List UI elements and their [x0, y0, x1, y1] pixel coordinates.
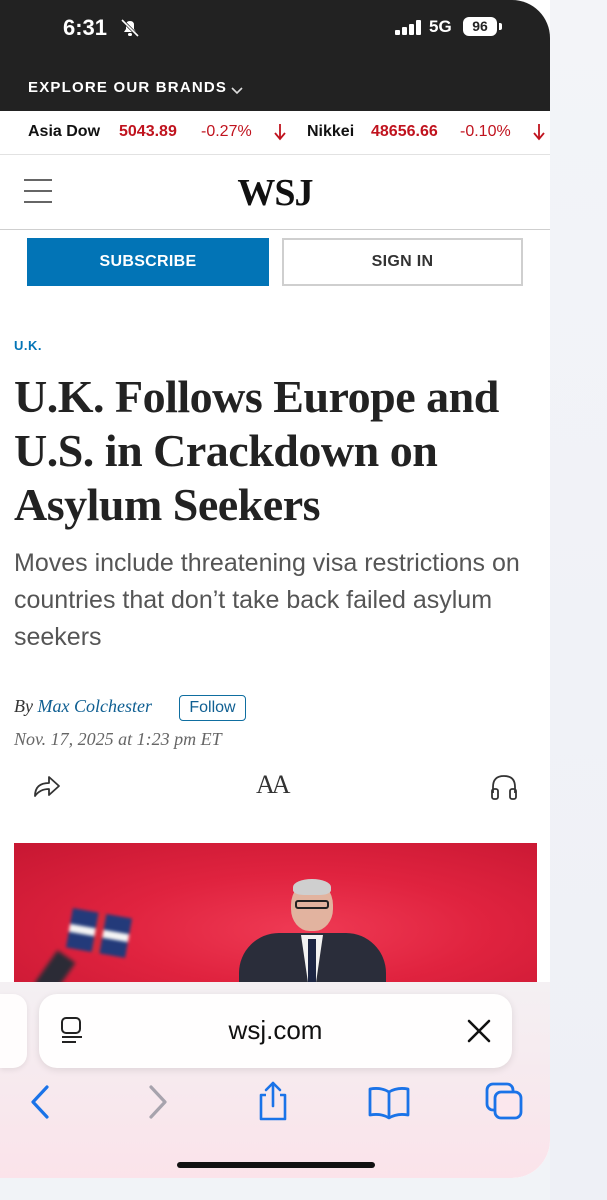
ticker-value: 5043.89 [119, 123, 177, 140]
signal-icon [395, 20, 423, 40]
subscribe-button[interactable]: SUBSCRIBE [27, 238, 269, 286]
ticker-change: -0.10% [460, 123, 511, 140]
down-arrow-icon [273, 123, 287, 146]
explore-brands-button[interactable]: EXPLORE OUR BRANDS [28, 79, 227, 96]
article-dek: Moves include threatening visa restricti… [14, 549, 520, 651]
network-type: 5G [429, 17, 452, 36]
byline: By Max Colchester [14, 696, 152, 717]
browser-toolbar: wsj.com [0, 982, 550, 1178]
battery-cap [499, 23, 502, 30]
share-icon[interactable] [256, 1080, 290, 1127]
back-icon[interactable] [28, 1084, 52, 1125]
chevron-down-icon[interactable] [231, 82, 243, 100]
ticker-name: Nikkei [307, 123, 355, 140]
status-time: 6:31 [63, 15, 108, 40]
address-bar[interactable]: wsj.com [39, 994, 512, 1068]
speaker-glasses [295, 900, 329, 909]
down-arrow-icon [532, 123, 546, 146]
bell-slash-icon [119, 17, 141, 44]
speaker-tie [308, 939, 316, 988]
wsj-logo[interactable]: WSJ [0, 171, 550, 215]
uk-flag [65, 908, 133, 958]
headphones-icon[interactable] [489, 773, 519, 806]
home-indicator[interactable] [177, 1162, 375, 1168]
author-link[interactable]: Max Colchester [37, 696, 151, 716]
market-ticker[interactable]: Asia Dow 5043.89 -0.27% Nikkei 48656.66 … [0, 111, 550, 155]
phone-screen: 6:31 5G 96 EXPLORE OUR BRANDS Asia Dow 5… [0, 0, 550, 1178]
byline-prefix: By [14, 696, 33, 716]
article-photo[interactable] [14, 843, 537, 988]
battery-level: 96 [463, 17, 497, 36]
previous-tab-peek[interactable] [0, 994, 27, 1068]
background-strip [550, 0, 607, 1200]
article-headline: U.K. Follows Europe and U.S. in Crackdow… [14, 371, 499, 530]
sign-in-button[interactable]: SIGN IN [282, 238, 523, 286]
url-text[interactable]: wsj.com [39, 1015, 512, 1046]
publish-date: Nov. 17, 2025 at 1:23 pm ET [14, 729, 222, 749]
tabs-icon[interactable] [485, 1082, 525, 1125]
follow-button[interactable]: Follow [179, 695, 246, 721]
text-size-icon[interactable]: AA [256, 770, 291, 800]
speaker-hair [293, 879, 331, 895]
bookmarks-icon[interactable] [367, 1084, 411, 1125]
ticker-change: -0.27% [201, 123, 252, 140]
close-icon[interactable] [467, 1019, 491, 1048]
share-icon[interactable] [30, 770, 62, 805]
ticker-value: 48656.66 [371, 123, 438, 140]
header-divider [0, 229, 550, 230]
forward-icon[interactable] [146, 1084, 170, 1125]
section-label[interactable]: U.K. [14, 338, 42, 353]
ticker-name: Asia Dow [28, 123, 101, 140]
